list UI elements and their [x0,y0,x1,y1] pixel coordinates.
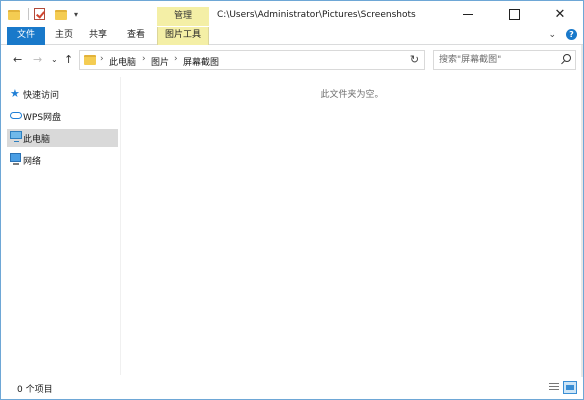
nav-item-label: 快速访问 [23,90,60,101]
navigation-bar: ← → ⌄ ↑ › 此电脑 › 图片 › 屏幕截图 ⌄ ↻ [1,47,583,73]
forward-arrow-icon[interactable]: → [33,53,42,66]
nav-item-network[interactable]: 网络 [7,151,118,169]
nav-item-this-pc[interactable]: 此电脑 [7,129,118,147]
folder-icon [84,55,96,65]
address-bar[interactable]: › 此电脑 › 图片 › 屏幕截图 ⌄ [79,50,467,70]
nav-item-quick-access[interactable]: ★ 快速访问 [7,85,118,103]
window-right-edge [581,45,583,377]
large-icons-view-icon[interactable] [563,381,577,394]
file-list-area[interactable]: 此文件夹为空。 [122,77,582,375]
nav-item-wps-cloud[interactable]: WPS网盘 [7,107,118,125]
ribbon-tabs: 文件 主页 共享 查看 图片工具 ⌄ ? [1,27,583,45]
title-bar: ▾ 管理 C:\Users\Administrator\Pictures\Scr… [1,1,583,27]
network-icon [10,153,21,165]
tab-view[interactable]: 查看 [121,27,151,45]
properties-icon[interactable] [33,7,49,21]
new-folder-icon[interactable] [54,7,70,21]
search-box [433,50,576,70]
up-arrow-icon[interactable]: ↑ [64,53,73,66]
nav-item-label: WPS网盘 [23,112,62,123]
expand-ribbon-chevron-icon[interactable]: ⌄ [548,30,556,40]
breadcrumb-screenshots[interactable]: 屏幕截图 [183,55,219,68]
maximize-button[interactable] [491,1,537,27]
search-icon[interactable] [560,54,571,65]
computer-icon [10,131,22,142]
tab-picture-tools[interactable]: 图片工具 [157,27,209,45]
close-button[interactable]: ✕ [537,1,583,27]
empty-folder-message: 此文件夹为空。 [320,90,384,100]
tab-home[interactable]: 主页 [49,27,79,45]
quick-access-toolbar: ▾ [7,7,78,21]
close-icon: ✕ [554,6,566,22]
tab-file[interactable]: 文件 [7,27,45,45]
window-title: C:\Users\Administrator\Pictures\Screensh… [217,10,416,20]
explorer-window: ▾ 管理 C:\Users\Administrator\Pictures\Scr… [0,0,584,400]
breadcrumb-chevron-icon[interactable]: › [142,54,146,64]
nav-item-label: 网络 [23,156,42,167]
breadcrumb-chevron-icon[interactable]: › [174,54,178,64]
breadcrumb-chevron-icon[interactable]: › [100,54,104,64]
folder-icon[interactable] [7,7,23,21]
item-count: 0 个项目 [17,385,53,395]
refresh-icon: ↻ [409,53,420,66]
tab-share[interactable]: 共享 [83,27,113,45]
nav-item-label: 此电脑 [23,134,51,145]
navigation-pane: ★ 快速访问 WPS网盘 此电脑 网络 [1,77,121,375]
details-view-icon[interactable] [547,381,561,394]
cloud-icon [10,112,22,119]
customize-qat-chevron-icon[interactable]: ▾ [74,10,78,19]
qat-separator [28,8,29,20]
back-arrow-icon[interactable]: ← [13,53,22,66]
breadcrumb-pictures[interactable]: 图片 [151,55,169,68]
recent-locations-chevron-icon[interactable]: ⌄ [51,55,58,64]
help-icon[interactable]: ? [566,29,577,40]
search-input[interactable] [434,51,554,69]
minimize-button[interactable] [445,1,491,27]
refresh-button[interactable]: ↻ [405,50,425,70]
ribbon-controls: ⌄ ? [548,29,577,40]
status-bar: 0 个项目 [1,377,583,399]
star-icon: ★ [10,87,20,100]
breadcrumb-this-pc[interactable]: 此电脑 [109,55,136,68]
picture-tools-group-header[interactable]: 管理 [157,7,209,26]
